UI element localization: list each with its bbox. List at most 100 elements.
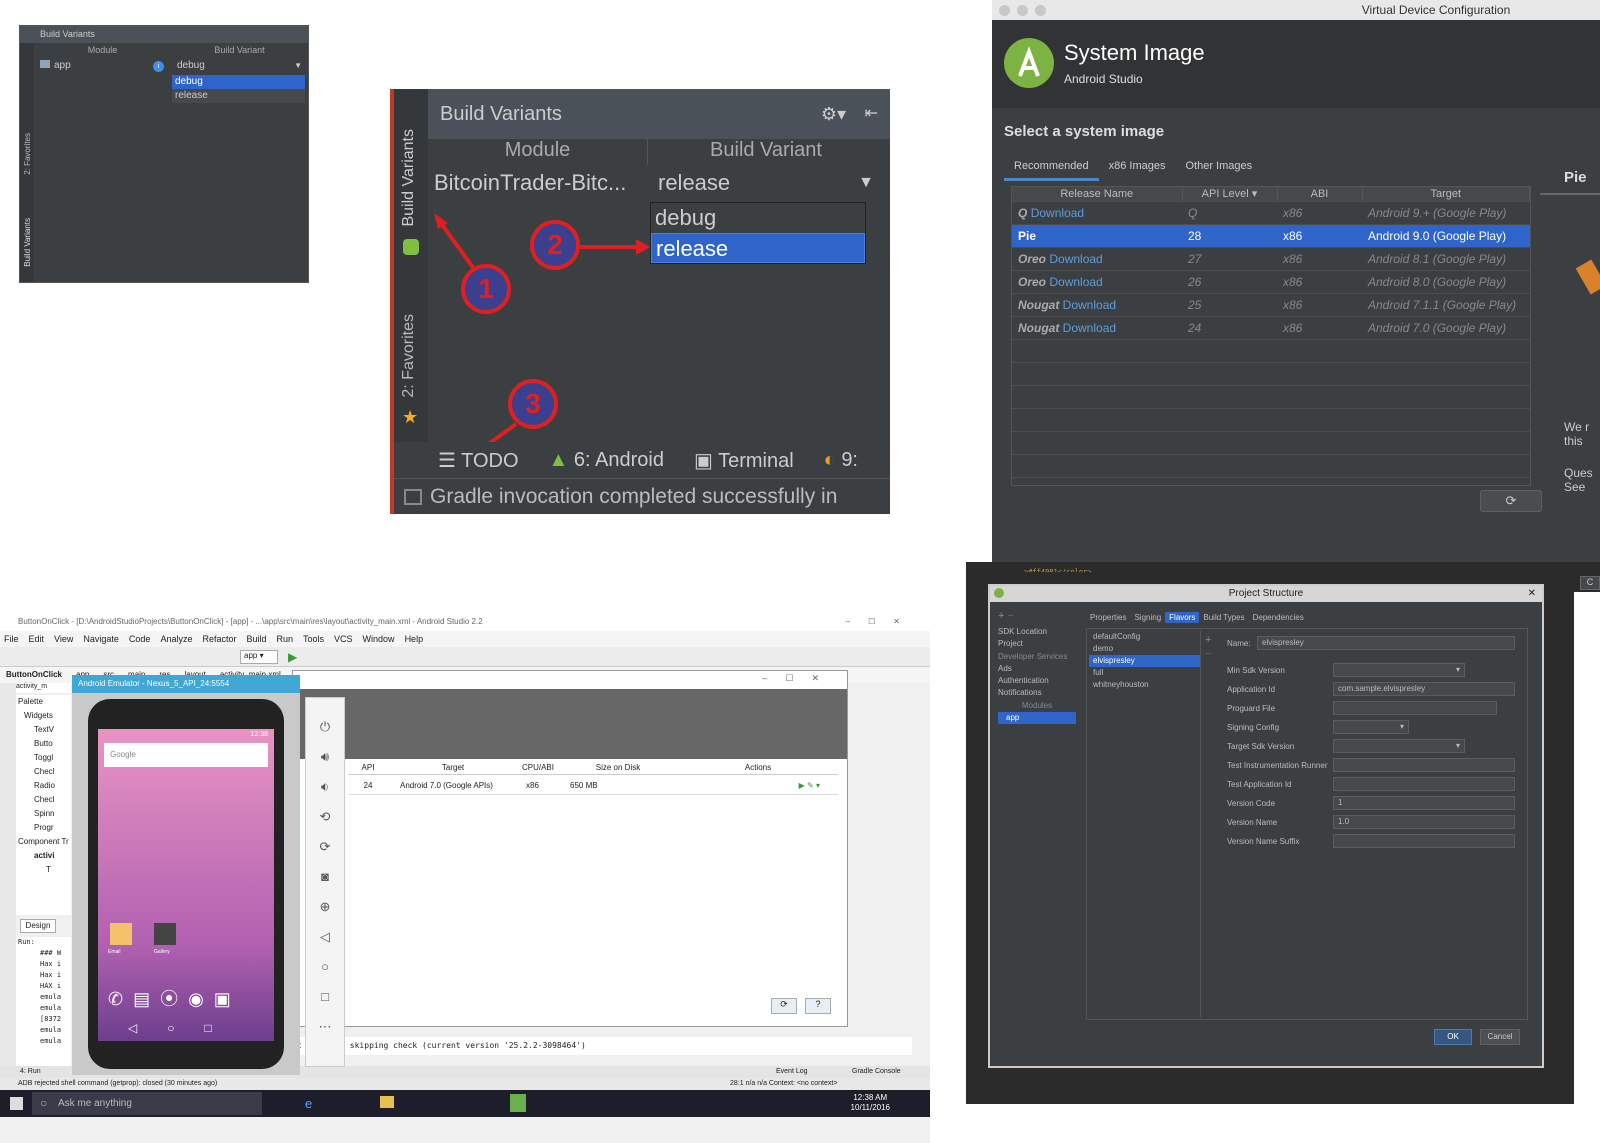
device-combo[interactable]: app ▾ bbox=[240, 650, 278, 664]
camera-icon[interactable]: ◙ bbox=[306, 862, 344, 892]
close-icon[interactable]: ✕ bbox=[1528, 586, 1536, 602]
rotate-right-icon[interactable]: ⟳ bbox=[306, 832, 344, 862]
add-remove-icons[interactable]: + − bbox=[998, 610, 1076, 622]
back-icon[interactable]: ◁ bbox=[306, 922, 344, 952]
image-row[interactable]: Oreo Download 27 x86 Android 8.1 (Google Pl… bbox=[1012, 247, 1530, 271]
menu-item[interactable]: Build bbox=[246, 631, 266, 647]
event-log-tab[interactable]: Event Log bbox=[776, 1066, 808, 1078]
flavor-add-remove[interactable]: + − bbox=[1205, 633, 1211, 661]
palette-item[interactable]: Radio bbox=[16, 779, 71, 793]
field-input[interactable] bbox=[1333, 777, 1515, 791]
more-icon[interactable]: ⋯ bbox=[306, 1012, 344, 1042]
phone-screen[interactable]: 12:38 Google Email Gallery ✆▤⦿◉▣ ◁○□ bbox=[98, 729, 274, 1041]
volume-up-icon[interactable]: 🔊︎ bbox=[306, 742, 344, 772]
flavor-item[interactable]: full bbox=[1089, 667, 1200, 679]
home-icon[interactable]: ○ bbox=[306, 952, 344, 982]
menu-item[interactable]: File bbox=[4, 631, 19, 647]
close-icon[interactable] bbox=[999, 5, 1010, 16]
nav-item[interactable]: Developer Services bbox=[998, 651, 1076, 663]
menu-item[interactable]: VCS bbox=[334, 631, 353, 647]
menu-item[interactable]: Tools bbox=[303, 631, 324, 647]
download-link[interactable]: Download bbox=[1063, 298, 1116, 312]
image-row[interactable]: Nougat Download 24 x86 Android 7.0 (Google … bbox=[1012, 316, 1530, 340]
menu-item[interactable]: Code bbox=[129, 631, 151, 647]
download-link[interactable]: Download bbox=[1031, 206, 1084, 220]
edge-button[interactable]: C bbox=[1580, 576, 1600, 590]
download-link[interactable]: Download bbox=[1063, 321, 1116, 335]
palette-item[interactable]: Widgets bbox=[16, 709, 71, 723]
palette-item[interactable]: Spinn bbox=[16, 807, 71, 821]
todo-tab[interactable]: ☰ TODO bbox=[438, 448, 519, 473]
flavor-item[interactable]: defaultConfig bbox=[1089, 631, 1200, 643]
field-input[interactable]: com.sample.elvispresley bbox=[1333, 682, 1515, 696]
image-row[interactable]: Pie 28 x86 Android 9.0 (Google Play) bbox=[1012, 224, 1530, 248]
file-tab[interactable]: activity_m bbox=[16, 683, 71, 693]
field-input[interactable] bbox=[1333, 739, 1465, 753]
taskbar-search[interactable]: ○ Ask me anything bbox=[32, 1092, 262, 1115]
volume-down-icon[interactable]: 🔉︎ bbox=[306, 772, 344, 802]
palette-item[interactable]: Progr bbox=[16, 821, 71, 835]
run-tab[interactable]: 4: Run bbox=[0, 1068, 41, 1075]
terminal-tab[interactable]: ▣ Terminal bbox=[694, 448, 794, 473]
tree-item[interactable]: activi bbox=[16, 849, 71, 863]
nav-item[interactable]: Modules bbox=[998, 700, 1076, 712]
file-explorer-icon[interactable] bbox=[380, 1096, 394, 1108]
menu-item[interactable]: Run bbox=[277, 631, 294, 647]
flavor-item[interactable]: elvispresley bbox=[1089, 655, 1200, 667]
tab-item[interactable]: Flavors bbox=[1165, 612, 1200, 623]
field-input[interactable]: 1 bbox=[1333, 796, 1515, 810]
col-api-level[interactable]: API Level ▾ bbox=[1182, 187, 1278, 202]
rotate-left-icon[interactable]: ⟲ bbox=[306, 802, 344, 832]
field-input[interactable] bbox=[1333, 663, 1465, 677]
table-row[interactable]: app i debug ▼ bbox=[34, 57, 308, 75]
tab-item[interactable]: Build Types bbox=[1199, 612, 1248, 623]
field-input[interactable] bbox=[1333, 701, 1497, 715]
image-row[interactable]: Q Download Qx86 Android 9.+ (Google Play) bbox=[1012, 201, 1530, 225]
image-row[interactable]: Nougat Download 25 x86 Android 7.1.1 (Googl… bbox=[1012, 293, 1530, 317]
ok-button[interactable]: OK bbox=[1434, 1029, 1472, 1045]
palette-item[interactable]: Toggl bbox=[16, 751, 71, 765]
edge-browser-icon[interactable]: e bbox=[305, 1096, 312, 1111]
col-release-name[interactable]: Release Name bbox=[1012, 187, 1183, 202]
nav-item[interactable]: Notifications bbox=[998, 687, 1076, 699]
favorites-tab[interactable]: 2: Favorites bbox=[23, 133, 32, 175]
field-input[interactable] bbox=[1333, 834, 1515, 848]
flavor-item[interactable]: demo bbox=[1089, 643, 1200, 655]
nav-item[interactable]: Ads bbox=[998, 663, 1076, 675]
flavor-item[interactable]: whitneyhouston bbox=[1089, 679, 1200, 691]
tab-item[interactable]: Signing bbox=[1130, 612, 1165, 623]
tab-item[interactable]: Dependencies bbox=[1249, 612, 1308, 623]
palette-item[interactable]: Butto bbox=[16, 737, 71, 751]
zoom-icon[interactable]: ⊕ bbox=[306, 892, 344, 922]
android-tab[interactable]: ▲ 6: Android bbox=[549, 449, 664, 472]
design-tab[interactable]: Design bbox=[20, 919, 56, 933]
menu-item[interactable]: Edit bbox=[29, 631, 45, 647]
tree-item[interactable]: T bbox=[16, 863, 71, 877]
tab-other-images[interactable]: Other Images bbox=[1175, 157, 1262, 181]
download-link[interactable]: Download bbox=[1049, 252, 1102, 266]
nav-buttons[interactable]: ◁○□ bbox=[128, 1021, 242, 1035]
windows-start-icon[interactable] bbox=[10, 1097, 23, 1110]
breadcrumb-item[interactable]: ButtonOnClick bbox=[6, 670, 62, 679]
name-field[interactable]: elvispresley bbox=[1257, 636, 1515, 650]
field-input[interactable] bbox=[1333, 758, 1515, 772]
tab-recommended[interactable]: Recommended bbox=[1004, 157, 1099, 181]
dock-icons[interactable]: ✆▤⦿◉▣ bbox=[108, 985, 241, 1011]
palette-item[interactable]: Checl bbox=[16, 793, 71, 807]
menu-item[interactable]: Analyze bbox=[160, 631, 192, 647]
refresh-button[interactable]: ⟳ bbox=[1480, 490, 1542, 512]
android-studio-taskbar-icon[interactable] bbox=[510, 1094, 526, 1112]
run-icon[interactable]: ▶ bbox=[288, 650, 297, 664]
nav-item[interactable]: SDK Location bbox=[998, 626, 1076, 638]
nav-item[interactable]: Authentication bbox=[998, 675, 1076, 687]
google-search-bar[interactable]: Google bbox=[104, 743, 268, 767]
gradle-console-tab[interactable]: Gradle Console bbox=[852, 1066, 901, 1078]
menu-item[interactable]: View bbox=[54, 631, 73, 647]
tab-item[interactable]: Properties bbox=[1086, 612, 1130, 623]
email-app-icon[interactable] bbox=[110, 923, 132, 945]
build-variants-tab[interactable]: Build Variants bbox=[23, 218, 32, 267]
cancel-button[interactable]: Cancel bbox=[1480, 1029, 1520, 1045]
menu-item[interactable]: Navigate bbox=[83, 631, 119, 647]
col-target[interactable]: Target bbox=[1362, 187, 1530, 202]
field-input[interactable]: 1.0 bbox=[1333, 815, 1515, 829]
